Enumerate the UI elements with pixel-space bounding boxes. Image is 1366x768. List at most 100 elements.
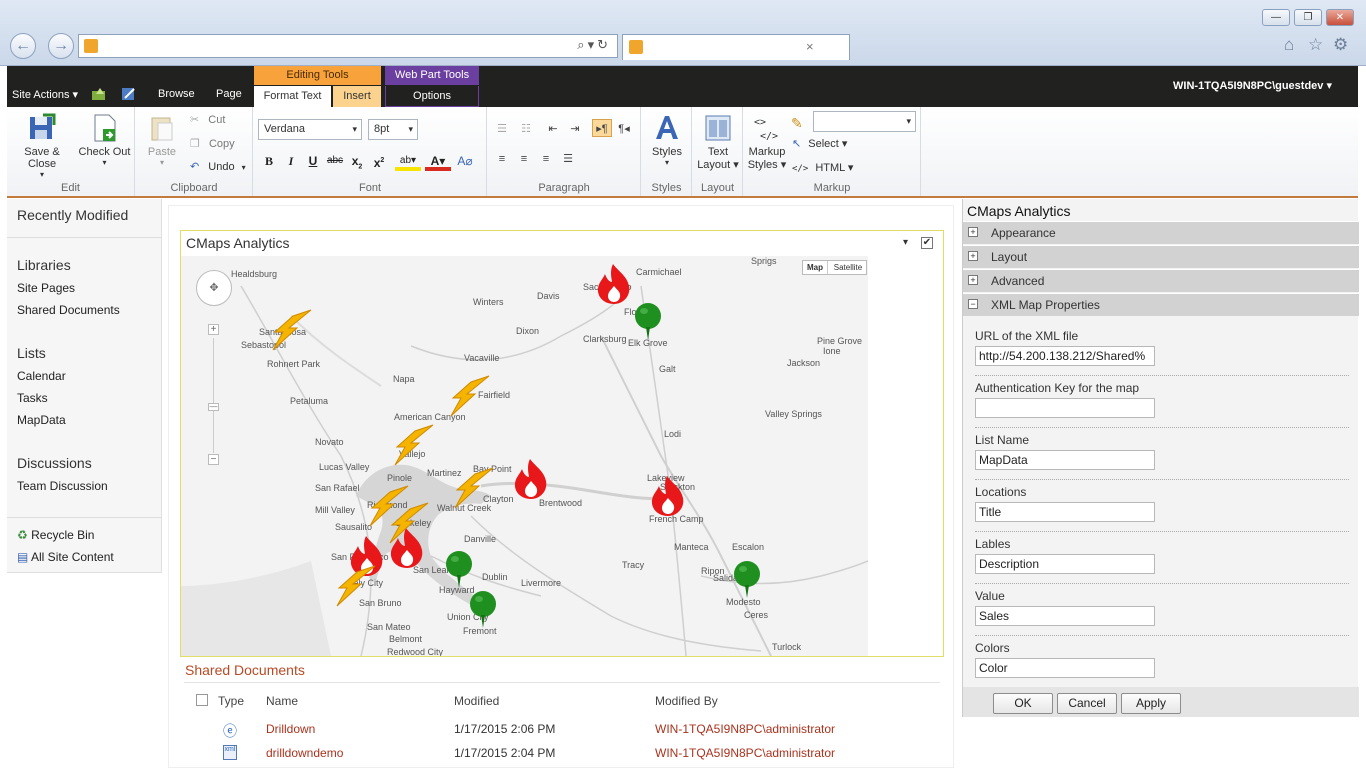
doc-name-link[interactable]: Drilldown xyxy=(266,722,315,736)
nav-item-shared-documents[interactable]: Shared Documents xyxy=(17,303,120,317)
align-left-icon[interactable]: ≡ xyxy=(492,149,512,167)
favorites-star-icon[interactable]: ☆ xyxy=(1308,35,1323,55)
lightning-marker-icon[interactable] xyxy=(451,466,497,513)
navigate-up-icon[interactable] xyxy=(91,86,107,102)
font-size-select[interactable]: 8pt xyxy=(368,119,418,140)
labels-input[interactable] xyxy=(975,554,1155,574)
text-layout-button[interactable]: Text Layout ▾ xyxy=(695,113,741,171)
bullet-list-icon[interactable]: ☰ xyxy=(492,119,512,137)
ltr-icon[interactable]: ▸¶ xyxy=(592,119,612,137)
web-part-checkbox[interactable]: ✔ xyxy=(921,237,933,249)
fire-marker-icon[interactable] xyxy=(510,457,552,504)
section-appearance[interactable]: + Appearance xyxy=(963,221,1359,244)
html-button[interactable]: </> HTML ▾ xyxy=(792,161,853,174)
subscript-icon[interactable]: x2 xyxy=(347,151,367,171)
nav-item-site-pages[interactable]: Site Pages xyxy=(17,281,75,295)
map-type-map-button[interactable]: Map xyxy=(803,261,828,274)
shared-documents-title[interactable]: Shared Documents xyxy=(185,662,305,678)
cut-button[interactable]: ✂ Cut xyxy=(190,113,225,126)
map-pan-control[interactable]: ✥ xyxy=(196,270,232,306)
value-input[interactable] xyxy=(975,606,1155,626)
address-bar[interactable]: ⌕▾↻ xyxy=(78,34,618,58)
undo-button[interactable]: ↶ Undo ▾ xyxy=(190,160,246,173)
strikethrough-icon[interactable]: abc xyxy=(325,151,345,171)
col-header-modified[interactable]: Modified xyxy=(454,694,499,708)
tab-insert[interactable]: Insert xyxy=(333,86,381,107)
save-close-button[interactable]: Save & Close ▾ xyxy=(12,113,72,179)
italic-icon[interactable]: I xyxy=(281,151,301,171)
bold-icon[interactable]: B xyxy=(259,151,279,171)
lightning-marker-icon[interactable] xyxy=(386,501,432,548)
copy-button[interactable]: ❐ Copy xyxy=(190,137,235,150)
nav-lists[interactable]: Lists xyxy=(17,345,46,361)
list-name-input[interactable] xyxy=(975,450,1155,470)
colors-input[interactable] xyxy=(975,658,1155,678)
language-icon[interactable]: ✎ xyxy=(791,115,803,132)
expand-icon[interactable]: + xyxy=(968,251,978,261)
font-family-select[interactable]: Verdana xyxy=(258,119,362,140)
col-header-modified-by[interactable]: Modified By xyxy=(655,694,718,708)
tab-close-icon[interactable]: × xyxy=(806,39,814,54)
zoom-in-button[interactable]: + xyxy=(208,324,219,335)
ok-button[interactable]: OK xyxy=(993,693,1053,714)
nav-libraries[interactable]: Libraries xyxy=(17,257,71,273)
location-pin-icon[interactable] xyxy=(444,550,474,593)
lightning-marker-icon[interactable] xyxy=(269,308,315,355)
web-part-menu-icon[interactable]: ▾ xyxy=(903,237,908,248)
markup-language-select[interactable] xyxy=(813,111,916,132)
browser-tab[interactable]: × xyxy=(622,34,850,60)
maximize-button[interactable]: ❐ xyxy=(1294,9,1322,26)
align-center-icon[interactable]: ≡ xyxy=(514,149,534,167)
xml-url-input[interactable] xyxy=(975,346,1155,366)
decrease-indent-icon[interactable]: ⇤ xyxy=(543,119,563,137)
undo-dropdown-icon[interactable]: ▾ xyxy=(242,163,246,172)
increase-indent-icon[interactable]: ⇥ xyxy=(565,119,585,137)
minimize-button[interactable]: — xyxy=(1262,9,1290,26)
tab-page[interactable]: Page xyxy=(216,88,242,100)
nav-recently-modified[interactable]: Recently Modified xyxy=(17,207,128,223)
cancel-button[interactable]: Cancel xyxy=(1057,693,1117,714)
address-tools-icon[interactable]: ⌕▾↻ xyxy=(577,37,611,53)
fire-marker-icon[interactable] xyxy=(647,474,689,521)
forward-button[interactable]: → xyxy=(48,33,74,59)
nav-item-tasks[interactable]: Tasks xyxy=(17,391,48,405)
location-pin-icon[interactable] xyxy=(468,590,498,633)
lightning-marker-icon[interactable] xyxy=(391,423,437,470)
expand-icon[interactable]: + xyxy=(968,227,978,237)
styles-button[interactable]: Styles ▾ xyxy=(647,113,687,167)
font-color-icon[interactable]: A▾ xyxy=(425,151,451,171)
lightning-marker-icon[interactable] xyxy=(333,564,379,611)
highlight-color-icon[interactable]: ab▾ xyxy=(395,151,421,171)
close-window-button[interactable]: ✕ xyxy=(1326,9,1354,26)
site-actions-menu[interactable]: Site Actions ▾ xyxy=(12,88,78,101)
zoom-out-button[interactable]: − xyxy=(208,454,219,465)
justify-icon[interactable]: ☰ xyxy=(558,149,578,167)
nav-discussions[interactable]: Discussions xyxy=(17,455,92,471)
auth-key-input[interactable] xyxy=(975,398,1155,418)
apply-button[interactable]: Apply xyxy=(1121,693,1181,714)
doc-modified-by-link[interactable]: WIN-1TQA5I9N8PC\administrator xyxy=(655,746,835,760)
align-right-icon[interactable]: ≡ xyxy=(536,149,556,167)
collapse-icon[interactable]: − xyxy=(968,299,978,309)
locations-input[interactable] xyxy=(975,502,1155,522)
fire-marker-icon[interactable] xyxy=(593,262,635,309)
tab-browse[interactable]: Browse xyxy=(158,88,195,100)
section-xml-map-properties[interactable]: − XML Map Properties xyxy=(963,293,1359,316)
tab-options[interactable]: Options xyxy=(385,86,479,107)
nav-item-calendar[interactable]: Calendar xyxy=(17,369,66,383)
location-pin-icon[interactable] xyxy=(732,560,762,603)
superscript-icon[interactable]: x2 xyxy=(369,151,389,171)
tab-format-text[interactable]: Format Text xyxy=(254,86,331,107)
doc-modified-by-link[interactable]: WIN-1TQA5I9N8PC\administrator xyxy=(655,722,835,736)
rtl-icon[interactable]: ¶◂ xyxy=(614,119,634,137)
nav-all-site-content[interactable]: ▤ All Site Content xyxy=(17,550,114,564)
check-out-button[interactable]: Check Out ▾ xyxy=(77,113,132,167)
select-button[interactable]: ↖ Select ▾ xyxy=(792,137,847,150)
clear-format-icon[interactable]: A⌀ xyxy=(455,151,475,171)
lightning-marker-icon[interactable] xyxy=(447,374,493,421)
section-advanced[interactable]: + Advanced xyxy=(963,269,1359,292)
location-pin-icon[interactable] xyxy=(633,302,663,345)
underline-icon[interactable]: U xyxy=(303,151,323,171)
expand-icon[interactable]: + xyxy=(968,275,978,285)
zoom-slider-handle[interactable]: — xyxy=(208,403,219,411)
